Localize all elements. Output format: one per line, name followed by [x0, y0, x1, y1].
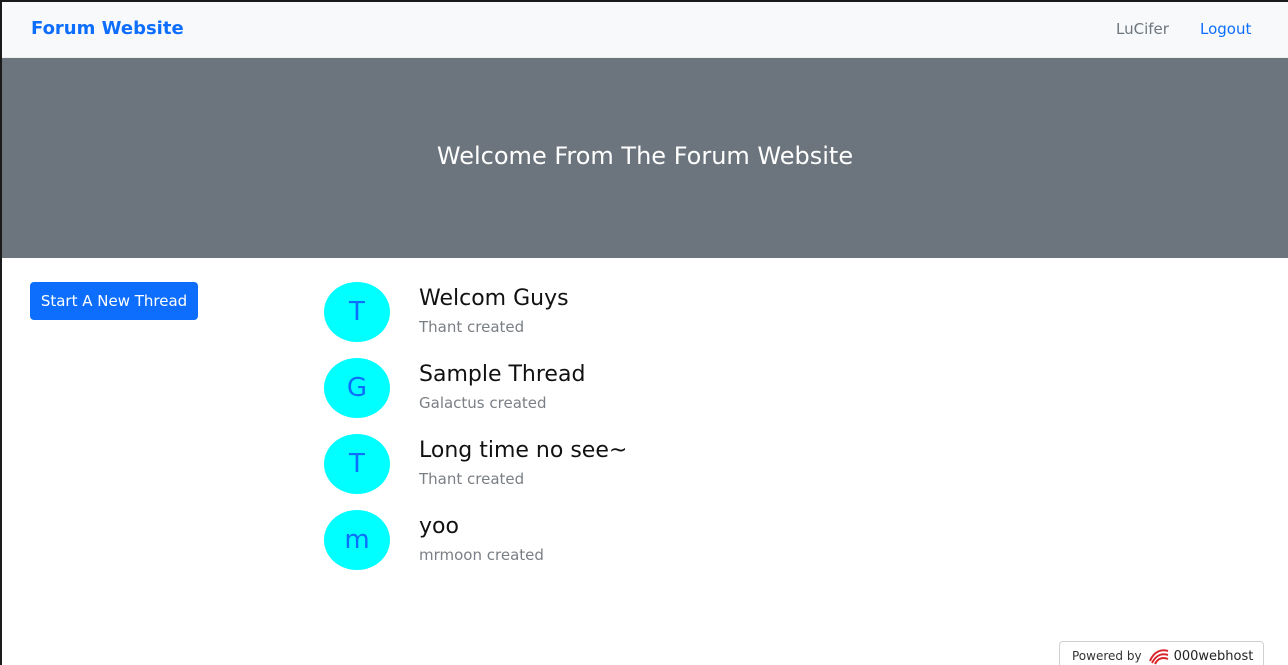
thread-list: T Welcom Guys Thant created G Sample Thr… — [324, 282, 924, 586]
thread-author: mrmoon created — [419, 546, 544, 564]
thread-author: Thant created — [419, 470, 525, 488]
thread-title[interactable]: Sample Thread — [419, 362, 585, 387]
thread-title[interactable]: Long time no see~ — [419, 438, 627, 463]
thread-item[interactable]: m yoo mrmoon created — [324, 510, 924, 586]
hero-banner: Welcome From The Forum Website — [2, 58, 1288, 258]
avatar: T — [324, 434, 390, 494]
navbar: Forum Website LuCifer Logout — [2, 2, 1288, 58]
hero-title: Welcome From The Forum Website — [436, 142, 854, 170]
avatar: m — [324, 510, 390, 570]
username-link[interactable]: LuCifer — [1116, 20, 1169, 38]
start-new-thread-button[interactable]: Start A New Thread — [30, 282, 198, 320]
thread-item[interactable]: G Sample Thread Galactus created — [324, 358, 924, 434]
thread-title[interactable]: Welcom Guys — [419, 286, 569, 311]
logout-link[interactable]: Logout — [1200, 20, 1251, 38]
brand-link[interactable]: Forum Website — [31, 18, 184, 39]
host-name: 000webhost — [1173, 648, 1254, 664]
thread-item[interactable]: T Long time no see~ Thant created — [324, 434, 924, 510]
avatar: G — [324, 358, 390, 418]
webhost-logo-icon — [1148, 649, 1168, 665]
page-frame: Forum Website LuCifer Logout Welcome Fro… — [0, 0, 1288, 665]
thread-title[interactable]: yoo — [419, 514, 459, 539]
thread-author: Thant created — [419, 318, 525, 336]
powered-by-label: Powered by — [1072, 649, 1142, 663]
host-brand: 000webhost — [1148, 647, 1254, 665]
thread-item[interactable]: T Welcom Guys Thant created — [324, 282, 924, 358]
thread-author: Galactus created — [419, 394, 547, 412]
powered-by-badge[interactable]: Powered by 000webhost — [1059, 641, 1264, 665]
avatar: T — [324, 282, 390, 342]
